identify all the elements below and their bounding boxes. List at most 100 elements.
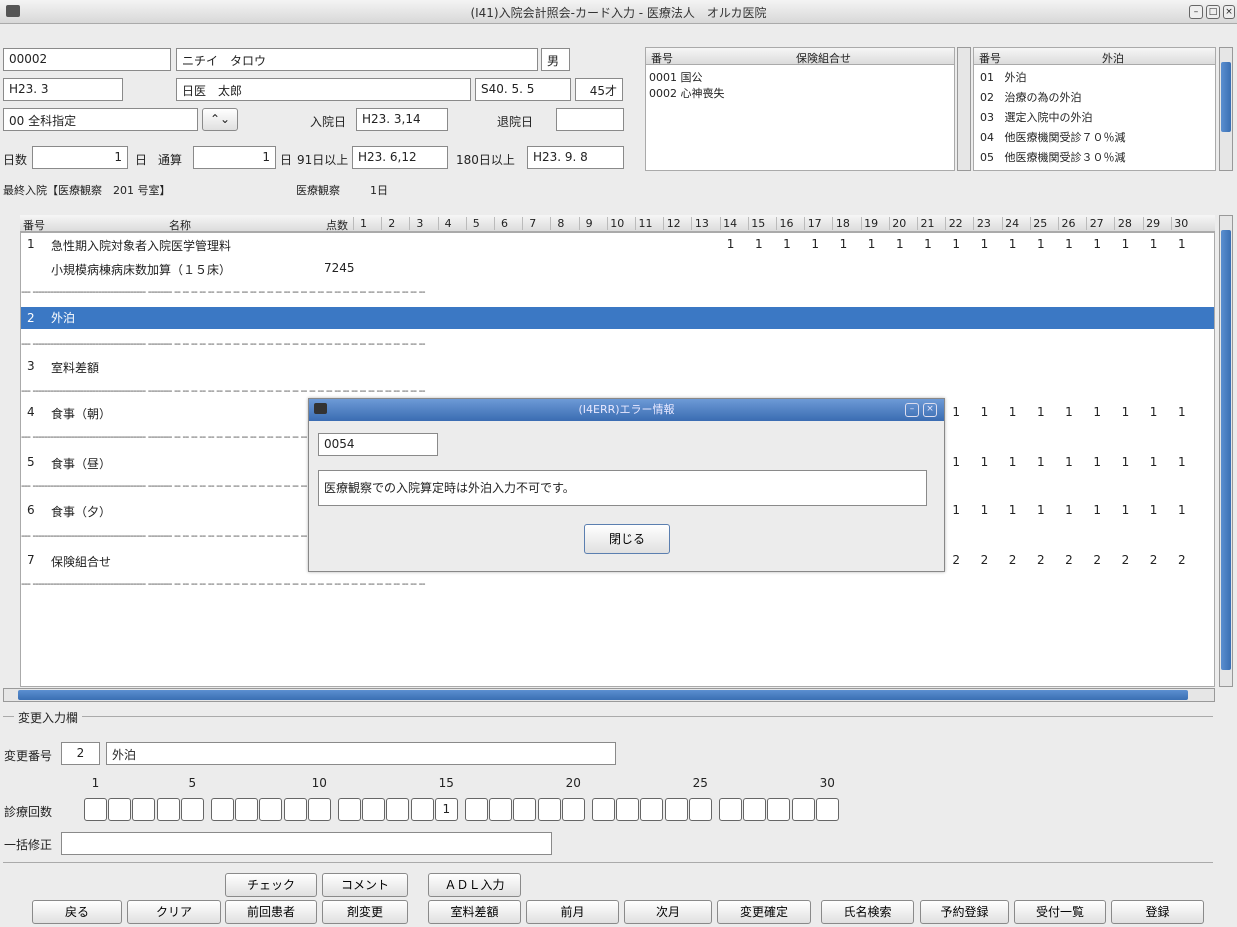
department-field[interactable]: 00 全科指定	[3, 108, 198, 131]
minimize-icon[interactable]: –	[1189, 5, 1203, 19]
count-box-19[interactable]	[537, 798, 561, 821]
count-box-4[interactable]	[156, 798, 180, 821]
header-day-12: 12	[663, 217, 683, 230]
patient-id-field[interactable]: 00002	[3, 48, 171, 71]
count-box-24[interactable]	[664, 798, 688, 821]
count-box-5[interactable]	[180, 798, 204, 821]
count-box-10[interactable]	[307, 798, 331, 821]
insurance-scrollbar[interactable]	[957, 47, 971, 171]
count-box-8[interactable]	[259, 798, 283, 821]
confirm-change-button[interactable]: 変更確定	[717, 900, 811, 924]
list-item[interactable]: 05 他医療機関受診３０％減	[980, 149, 1126, 165]
count-box-13[interactable]	[386, 798, 410, 821]
outing-scroll-thumb[interactable]	[1221, 62, 1231, 132]
prev-patient-button[interactable]: 前回患者	[225, 900, 317, 924]
day-value: 2	[1036, 553, 1045, 567]
dialog-close-button[interactable]: 閉じる	[584, 524, 670, 554]
day-value: 1	[1008, 237, 1017, 251]
count-box-14[interactable]	[410, 798, 434, 821]
row-subname: 小規模病棟病床数加算（１５床）	[51, 263, 232, 277]
grid-hscrollbar[interactable]	[3, 688, 1215, 702]
header-day-6: 6	[494, 217, 514, 230]
check-button[interactable]: チェック	[225, 873, 317, 897]
count-box-28[interactable]	[767, 798, 791, 821]
day-value: 2	[1065, 553, 1073, 567]
patient-kana-field[interactable]: ニチイ タロウ	[176, 48, 538, 71]
maximize-icon[interactable]: □	[1206, 5, 1220, 19]
count-box-21[interactable]	[592, 798, 615, 821]
table-row[interactable]: 1 急性期入院対象者入院医学管理料 1 1 1 1 1 1 1 1 1 1 1 1 1 1 1 1 1	[21, 237, 1214, 253]
day-value: 1	[1036, 405, 1045, 419]
prev-month-button[interactable]: 前月	[526, 900, 619, 924]
outing-scrollbar[interactable]	[1219, 47, 1233, 171]
discharge-date-field[interactable]	[556, 108, 624, 131]
day-value: 1	[1177, 237, 1186, 251]
count-box-23[interactable]	[640, 798, 664, 821]
close-icon[interactable]: ×	[1223, 5, 1235, 19]
dialog-close-icon[interactable]: ×	[923, 403, 937, 417]
day-value: 1	[1177, 455, 1186, 469]
count-box-7[interactable]	[235, 798, 259, 821]
row-num: 3	[27, 359, 35, 373]
insurance-list[interactable]: 番号 保険組合せ 0001 国公 0002 心神喪失	[645, 47, 955, 171]
table-row[interactable]: 小規模病棟病床数加算（１５床） 7245	[21, 261, 1214, 277]
list-item[interactable]: 04 他医療機関受診７０％減	[980, 129, 1126, 145]
count-box-12[interactable]	[362, 798, 386, 821]
bulk-field[interactable]	[61, 832, 552, 855]
room-charge-button[interactable]: 室料差額	[428, 900, 521, 924]
clear-button[interactable]: クリア	[127, 900, 221, 924]
list-item[interactable]: 01 外泊	[980, 69, 1027, 85]
header-day-19: 19	[860, 217, 881, 230]
count-box-2[interactable]	[108, 798, 132, 821]
count-box-9[interactable]	[283, 798, 307, 821]
count-box-17[interactable]	[489, 798, 513, 821]
register-button[interactable]: 登録	[1111, 900, 1204, 924]
count-box-26[interactable]	[719, 798, 742, 821]
change-dose-button[interactable]: 剤変更	[322, 900, 408, 924]
grid-hscroll-thumb[interactable]	[18, 690, 1188, 700]
outing-list[interactable]: 番号 外泊 01 外泊 02 治療の為の外泊 03 選定入院中の外泊 04 他医…	[973, 47, 1216, 171]
era-field[interactable]: H23. 3	[3, 78, 123, 101]
back-button[interactable]: 戻る	[32, 900, 122, 924]
count-box-30[interactable]	[815, 798, 839, 821]
count-box-15[interactable]: 1	[434, 798, 458, 821]
count-box-20[interactable]	[561, 798, 585, 821]
list-item[interactable]: 03 選定入院中の外泊	[980, 109, 1093, 125]
count-box-22[interactable]	[616, 798, 640, 821]
table-row-selected[interactable]: 2 外泊	[21, 307, 1214, 329]
adl-button[interactable]: ＡＤＬ入力	[428, 873, 521, 897]
reception-list-button[interactable]: 受付一覧	[1014, 900, 1106, 924]
day180-field: H23. 9. 8	[527, 146, 624, 169]
count-box-25[interactable]	[688, 798, 712, 821]
row-num: 7	[27, 553, 35, 567]
header-day-2: 2	[381, 217, 401, 230]
list-item[interactable]: 02 治療の為の外泊	[980, 89, 1082, 105]
row-name: 保険組合せ	[51, 555, 112, 569]
day-value: 1	[754, 237, 763, 251]
count-box-1[interactable]	[84, 798, 107, 821]
day180-label: 180日以上	[456, 153, 515, 167]
list-item[interactable]: 0002 心神喪失	[649, 85, 725, 101]
window-title: (I41)入院会計照会-カード入力 - 医療法人 オルカ医院	[470, 6, 767, 20]
table-row[interactable]: 3 室料差額	[21, 359, 1214, 375]
list-item[interactable]: 0001 国公	[649, 69, 703, 85]
grid-vscrollbar[interactable]	[1219, 215, 1233, 687]
admit-date-field[interactable]: H23. 3,14	[356, 108, 448, 131]
count-box-3[interactable]	[132, 798, 156, 821]
grid-vscroll-thumb[interactable]	[1221, 230, 1231, 670]
change-num-field[interactable]: 2	[61, 742, 100, 765]
count-box-18[interactable]	[513, 798, 537, 821]
count-box-6[interactable]	[211, 798, 234, 821]
reservation-button[interactable]: 予約登録	[920, 900, 1009, 924]
count-box-11[interactable]	[338, 798, 361, 821]
day-value: 1	[1177, 503, 1186, 517]
count-box-27[interactable]	[743, 798, 767, 821]
dialog-minimize-icon[interactable]: –	[905, 403, 919, 417]
name-search-button[interactable]: 氏名検索	[821, 900, 914, 924]
next-month-button[interactable]: 次月	[624, 900, 712, 924]
department-spinner-button[interactable]: ⌃⌄	[202, 108, 238, 131]
count-box-29[interactable]	[791, 798, 815, 821]
header-day-30: 30	[1170, 217, 1191, 230]
comment-button[interactable]: コメント	[322, 873, 408, 897]
count-box-16[interactable]	[465, 798, 488, 821]
